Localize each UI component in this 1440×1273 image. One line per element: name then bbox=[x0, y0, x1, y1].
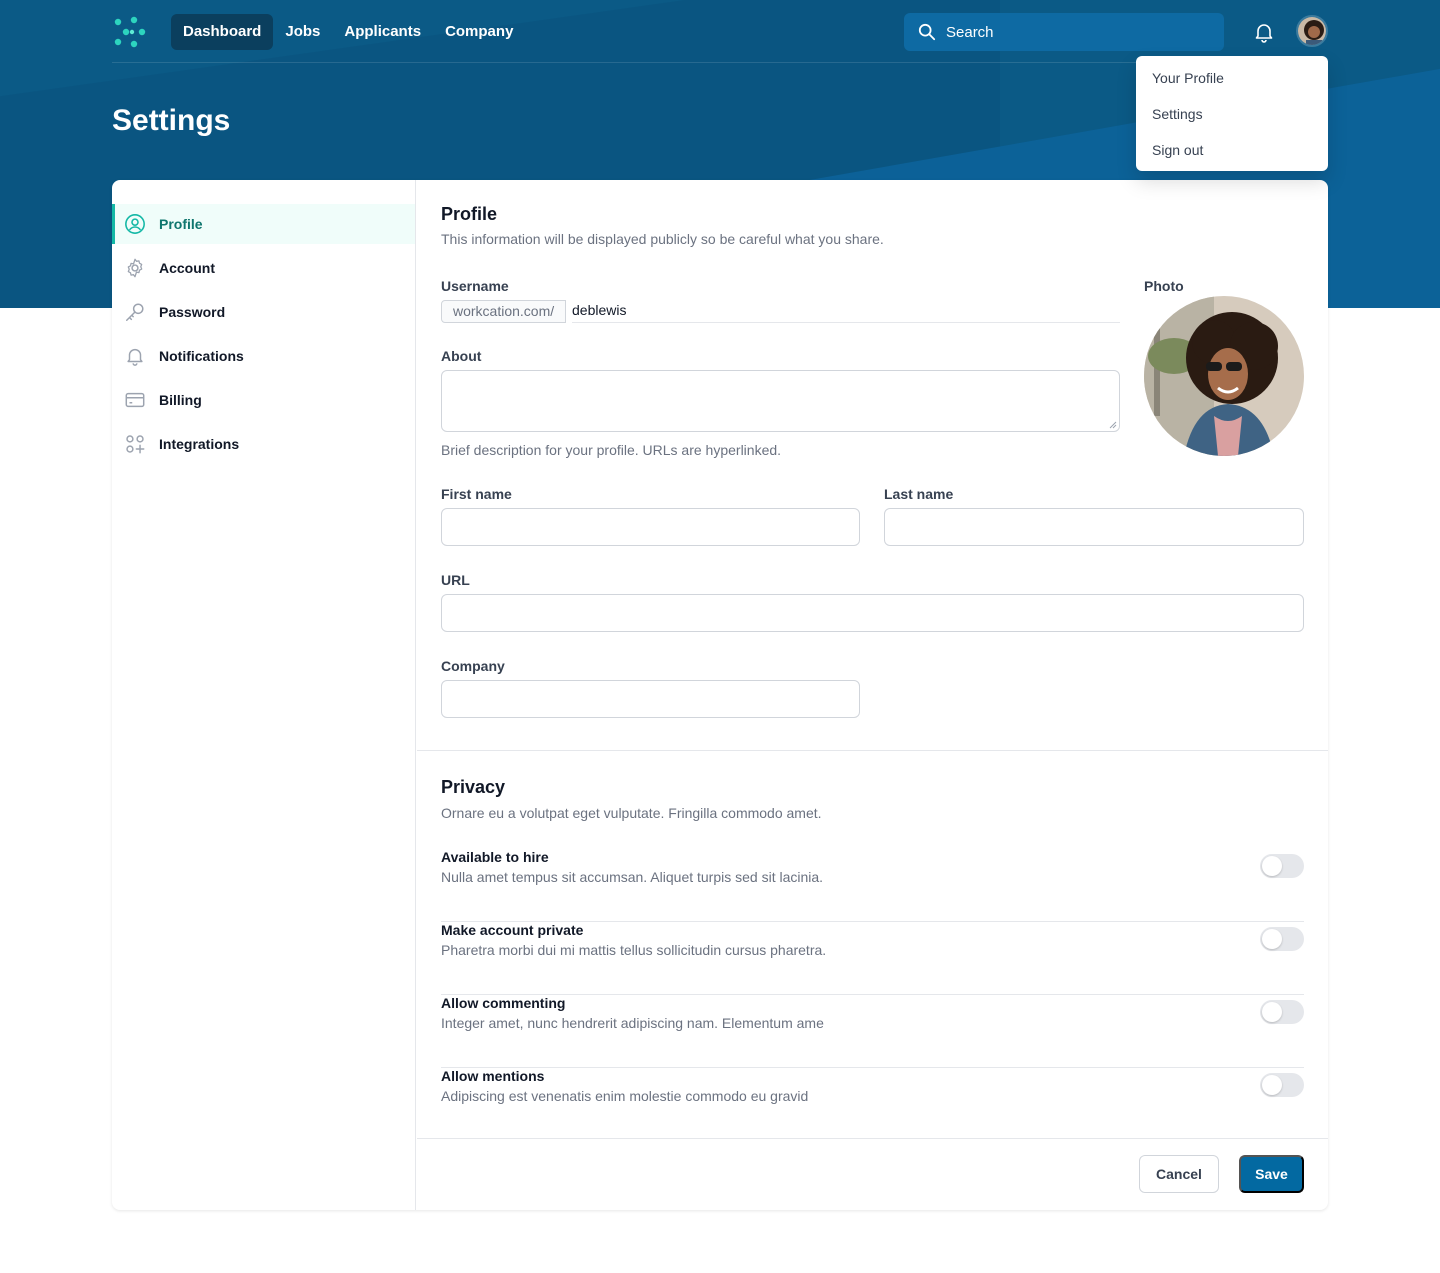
privacy-row-available-to-hire: Available to hire Nulla amet tempus sit … bbox=[441, 849, 1304, 922]
allow-mentions-toggle[interactable] bbox=[1260, 1073, 1304, 1097]
sidebar-item-label: Integrations bbox=[159, 436, 240, 452]
menu-item-your-profile[interactable]: Your Profile bbox=[1136, 60, 1328, 96]
search-icon bbox=[918, 23, 936, 41]
settings-sidebar: Profile Account Password Notifications B… bbox=[112, 180, 416, 1210]
save-button[interactable]: Save bbox=[1239, 1155, 1304, 1193]
url-label: URL bbox=[441, 572, 470, 588]
photo-label: Photo bbox=[1144, 278, 1184, 294]
privacy-row-allow-commenting: Allow commenting Integer amet, nunc hend… bbox=[441, 995, 1304, 1068]
settings-card: Profile Account Password Notifications B… bbox=[112, 180, 1328, 1210]
sidebar-item-label: Notifications bbox=[159, 348, 244, 364]
first-name-label: First name bbox=[441, 486, 512, 502]
about-textarea[interactable] bbox=[441, 370, 1120, 432]
make-account-private-toggle[interactable] bbox=[1260, 927, 1304, 951]
company-label: Company bbox=[441, 658, 505, 674]
profile-heading: Profile bbox=[441, 204, 498, 224]
sidebar-item-label: Account bbox=[159, 260, 215, 276]
squares-plus-icon bbox=[126, 435, 145, 454]
top-navigation: Dashboard Jobs Applicants Company Search bbox=[112, 12, 1328, 52]
username-field[interactable]: workcation.com/ deblewis bbox=[441, 300, 1120, 323]
privacy-row-title: Allow mentions bbox=[441, 1068, 545, 1084]
sidebar-item-notifications[interactable]: Notifications bbox=[112, 336, 415, 376]
nav-company[interactable]: Company bbox=[433, 14, 525, 50]
resize-handle-icon[interactable] bbox=[1108, 420, 1117, 429]
profile-section: Profile This information will be display… bbox=[417, 180, 1328, 247]
menu-item-sign-out[interactable]: Sign out bbox=[1136, 132, 1328, 168]
menu-item-settings[interactable]: Settings bbox=[1136, 96, 1328, 132]
page-title: Settings bbox=[112, 104, 231, 137]
privacy-heading: Privacy bbox=[441, 777, 506, 797]
privacy-row-title: Available to hire bbox=[441, 849, 549, 865]
username-prefix: workcation.com/ bbox=[441, 300, 567, 323]
logo-icon[interactable] bbox=[112, 14, 148, 50]
privacy-row-allow-mentions: Allow mentions Adipiscing est venenatis … bbox=[441, 1068, 1304, 1141]
settings-main: Profile This information will be display… bbox=[417, 180, 1328, 1210]
user-circle-icon bbox=[125, 214, 145, 234]
privacy-row-title: Make account private bbox=[441, 922, 584, 938]
sidebar-item-label: Billing bbox=[159, 392, 202, 408]
username-label: Username bbox=[441, 278, 509, 294]
privacy-row-desc: Pharetra morbi dui mi mattis tellus soll… bbox=[441, 942, 827, 958]
user-menu-dropdown: Your Profile Settings Sign out bbox=[1136, 56, 1328, 171]
company-input[interactable] bbox=[441, 680, 860, 718]
username-input[interactable]: deblewis bbox=[572, 300, 626, 323]
privacy-row-desc: Nulla amet tempus sit accumsan. Aliquet … bbox=[441, 869, 824, 885]
sidebar-item-account[interactable]: Account bbox=[112, 248, 415, 288]
sidebar-item-label: Profile bbox=[159, 216, 203, 232]
privacy-row-title: Allow commenting bbox=[441, 995, 566, 1011]
privacy-subtitle: Ornare eu a volutpat eget vulputate. Fri… bbox=[441, 805, 822, 821]
nav-dashboard[interactable]: Dashboard bbox=[171, 14, 274, 50]
profile-photo[interactable] bbox=[1144, 296, 1304, 456]
bell-icon[interactable] bbox=[1252, 20, 1276, 44]
section-divider bbox=[417, 750, 1328, 751]
available-to-hire-toggle[interactable] bbox=[1260, 854, 1304, 878]
gear-icon bbox=[127, 258, 143, 278]
sidebar-item-profile[interactable]: Profile bbox=[112, 204, 415, 244]
privacy-row-desc: Adipiscing est venenatis enim molestie c… bbox=[441, 1088, 809, 1104]
allow-commenting-toggle[interactable] bbox=[1260, 1000, 1304, 1024]
url-input[interactable] bbox=[441, 594, 1304, 632]
nav-applicants[interactable]: Applicants bbox=[332, 14, 433, 50]
sidebar-item-integrations[interactable]: Integrations bbox=[112, 424, 415, 464]
nav-jobs[interactable]: Jobs bbox=[273, 14, 332, 50]
bell-icon bbox=[127, 348, 143, 366]
cancel-button[interactable]: Cancel bbox=[1139, 1155, 1219, 1193]
sidebar-item-billing[interactable]: Billing bbox=[112, 380, 415, 420]
search-input[interactable]: Search bbox=[904, 13, 1224, 51]
search-placeholder: Search bbox=[946, 23, 994, 41]
key-icon bbox=[126, 303, 144, 321]
footer-divider bbox=[417, 1138, 1328, 1139]
privacy-row-make-private: Make account private Pharetra morbi dui … bbox=[441, 922, 1304, 995]
privacy-row-desc: Integer amet, nunc hendrerit adipiscing … bbox=[441, 1015, 824, 1031]
profile-subtitle: This information will be displayed publi… bbox=[441, 231, 884, 247]
sidebar-item-password[interactable]: Password bbox=[112, 292, 415, 332]
username-underline bbox=[572, 322, 1120, 323]
avatar[interactable] bbox=[1296, 15, 1328, 47]
last-name-label: Last name bbox=[884, 486, 954, 502]
first-name-input[interactable] bbox=[441, 508, 860, 546]
last-name-input[interactable] bbox=[884, 508, 1304, 546]
credit-card-icon bbox=[125, 392, 145, 408]
about-label: About bbox=[441, 348, 482, 364]
about-help-text: Brief description for your profile. URLs… bbox=[441, 442, 782, 458]
sidebar-item-label: Password bbox=[159, 304, 226, 320]
